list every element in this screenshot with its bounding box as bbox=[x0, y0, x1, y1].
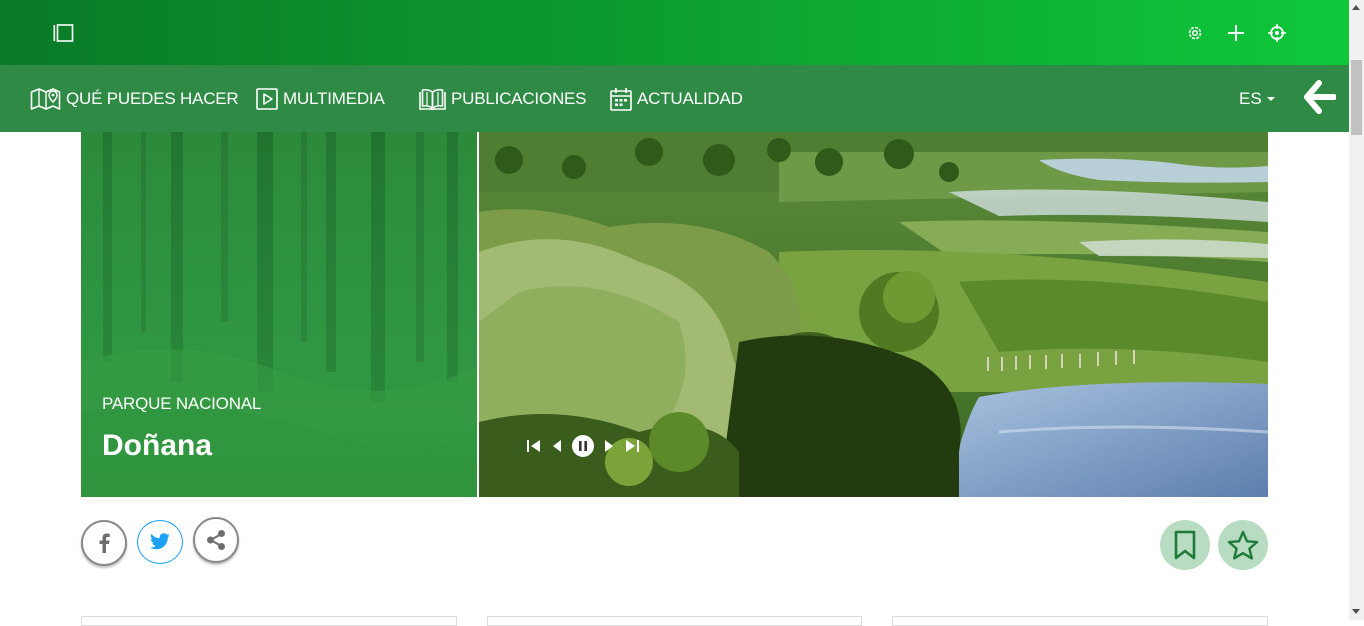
bookmark-button[interactable] bbox=[1160, 520, 1210, 570]
content-card[interactable] bbox=[487, 616, 862, 626]
facebook-icon bbox=[99, 533, 110, 553]
share-button[interactable] bbox=[193, 517, 239, 563]
play-icon bbox=[256, 87, 278, 110]
prev-icon[interactable] bbox=[551, 438, 562, 454]
crosshair-icon[interactable] bbox=[1267, 23, 1287, 43]
gear-icon[interactable] bbox=[1185, 23, 1205, 43]
nav-label: QUÉ PUEDES HACER bbox=[66, 88, 239, 108]
arrow-left-icon[interactable] bbox=[1304, 80, 1337, 114]
map-pin-icon bbox=[30, 87, 61, 110]
nav-item-publicaciones[interactable]: PUBLICACIONES bbox=[419, 65, 587, 132]
language-select[interactable]: ES bbox=[1239, 65, 1275, 132]
content-card[interactable] bbox=[81, 616, 457, 626]
facebook-share-button[interactable] bbox=[81, 520, 127, 566]
nav-label: MULTIMEDIA bbox=[283, 88, 385, 108]
top-bar bbox=[0, 0, 1349, 65]
share-icon bbox=[207, 530, 225, 550]
content-card[interactable] bbox=[892, 616, 1268, 626]
hero-forest-panel: PARQUE NACIONAL Doñana bbox=[81, 132, 477, 497]
caret-down-icon bbox=[1266, 96, 1275, 101]
scroll-up-icon[interactable] bbox=[1352, 5, 1360, 10]
nav-item-multimedia[interactable]: MULTIMEDIA bbox=[256, 65, 385, 132]
first-icon[interactable] bbox=[526, 438, 542, 454]
nav-item-que-puedes-hacer[interactable]: QUÉ PUEDES HACER bbox=[30, 65, 239, 132]
favorite-button[interactable] bbox=[1218, 520, 1268, 570]
scrollbar-thumb[interactable] bbox=[1351, 60, 1362, 135]
page-scrollbar[interactable] bbox=[1349, 0, 1364, 620]
last-icon[interactable] bbox=[624, 438, 640, 454]
hero-banner: PARQUE NACIONAL Doñana bbox=[81, 132, 1268, 497]
language-label: ES bbox=[1239, 88, 1262, 108]
nav-label: ACTUALIDAD bbox=[637, 88, 743, 108]
next-icon[interactable] bbox=[604, 438, 615, 454]
sidebar-toggle-icon[interactable] bbox=[52, 24, 74, 42]
hero-kicker: PARQUE NACIONAL bbox=[102, 394, 262, 413]
nav-label: PUBLICACIONES bbox=[451, 88, 587, 108]
hero-title: Doñana bbox=[102, 429, 213, 462]
star-icon bbox=[1227, 530, 1259, 560]
main-nav: QUÉ PUEDES HACER MULTIMEDIA PUBLICACIONE… bbox=[0, 65, 1349, 132]
calendar-icon bbox=[610, 87, 632, 111]
twitter-share-button[interactable] bbox=[137, 520, 183, 564]
nav-item-actualidad[interactable]: ACTUALIDAD bbox=[610, 65, 743, 132]
bookmark-icon bbox=[1174, 530, 1196, 560]
pause-icon[interactable] bbox=[571, 434, 595, 458]
twitter-icon bbox=[150, 533, 170, 550]
plus-icon[interactable] bbox=[1226, 23, 1246, 43]
scroll-down-icon[interactable] bbox=[1352, 609, 1360, 614]
slider-controls bbox=[526, 434, 640, 458]
book-icon bbox=[419, 88, 446, 110]
